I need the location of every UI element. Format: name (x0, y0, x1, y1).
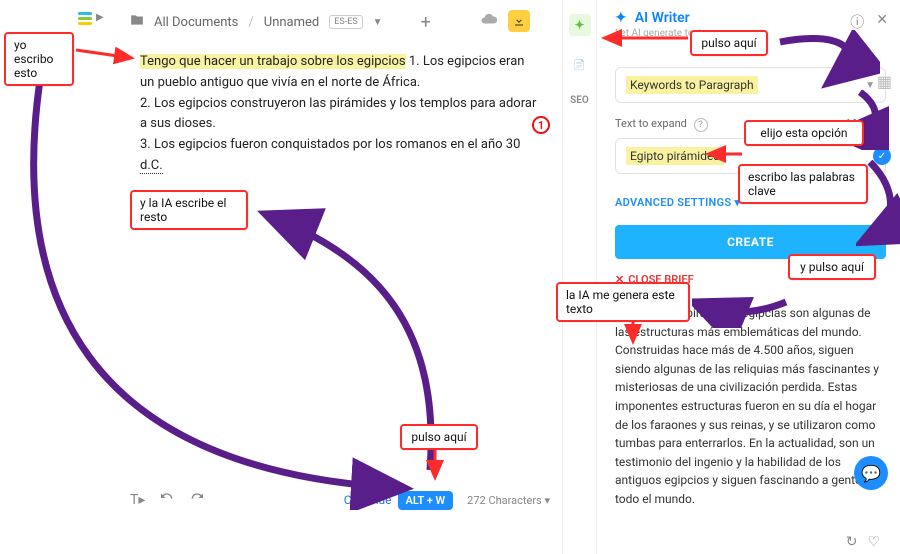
user-prompt-highlight: Tengo que hacer un trabajo sobre los egi… (140, 54, 406, 69)
info-icon[interactable]: ⓘ (850, 12, 864, 32)
ai-tab-icon[interactable]: ✦ (569, 14, 591, 36)
cloud-sync-icon[interactable] (480, 10, 498, 32)
language-badge[interactable]: ES-ES (329, 15, 362, 29)
annot-press-create: y pulso aquí (788, 254, 876, 280)
help-icon[interactable]: ? (694, 118, 708, 132)
breadcrumb-root[interactable]: All Documents (154, 15, 238, 30)
expand-caret-icon: ▶ (96, 12, 104, 23)
char-count: 272 Characters ▾ (467, 494, 550, 507)
annot-press-panel: pulso aquí (690, 30, 768, 56)
breadcrumb: All Documents / Unnamed ES-ES ▼ + (130, 8, 431, 36)
add-tab-button[interactable]: + (421, 12, 431, 33)
issue-indicator[interactable]: 1 (532, 116, 550, 134)
chevron-down-icon[interactable]: ▼ (373, 17, 383, 28)
annot-press-continue: pulso aquí (400, 424, 478, 450)
seo-tab[interactable]: SEO (570, 95, 589, 106)
close-panel-icon[interactable]: ✕ (876, 12, 888, 32)
annot-write: yo escribo esto (4, 32, 74, 86)
annot-write-keywords: escribo las palabras clave (738, 164, 868, 204)
mode-value: Keywords to Paragraph (626, 76, 758, 94)
download-button[interactable] (508, 10, 530, 32)
breadcrumb-sep: / (248, 15, 253, 30)
breadcrumb-doc[interactable]: Unnamed (264, 15, 320, 30)
doc-tab-icon[interactable]: 📄 (573, 60, 585, 71)
generated-text: Las antiguas pirámides egipcias son algu… (615, 304, 886, 509)
panel-side-strip: ✦ 📄 SEO (563, 0, 597, 554)
ai-sparkle-icon: ✦ (615, 10, 627, 26)
folder-icon (130, 13, 144, 31)
p1-num: 1. (409, 54, 420, 69)
chat-fab[interactable]: 💬 (854, 456, 888, 490)
panel-title: ✦ AI Writer (615, 10, 886, 26)
annot-ai-generates: la IA me genera este texto (556, 282, 690, 322)
annot-choose-option: elijo esta opción (744, 120, 864, 146)
text-to-expand-label: Text to expand ? (615, 117, 708, 132)
regenerate-icon[interactable]: ↻ (846, 534, 858, 550)
favorite-icon[interactable]: ♡ (867, 534, 880, 550)
app-logo[interactable] (78, 12, 92, 27)
annot-ai-rest: y la IA escribe el resto (130, 190, 248, 230)
